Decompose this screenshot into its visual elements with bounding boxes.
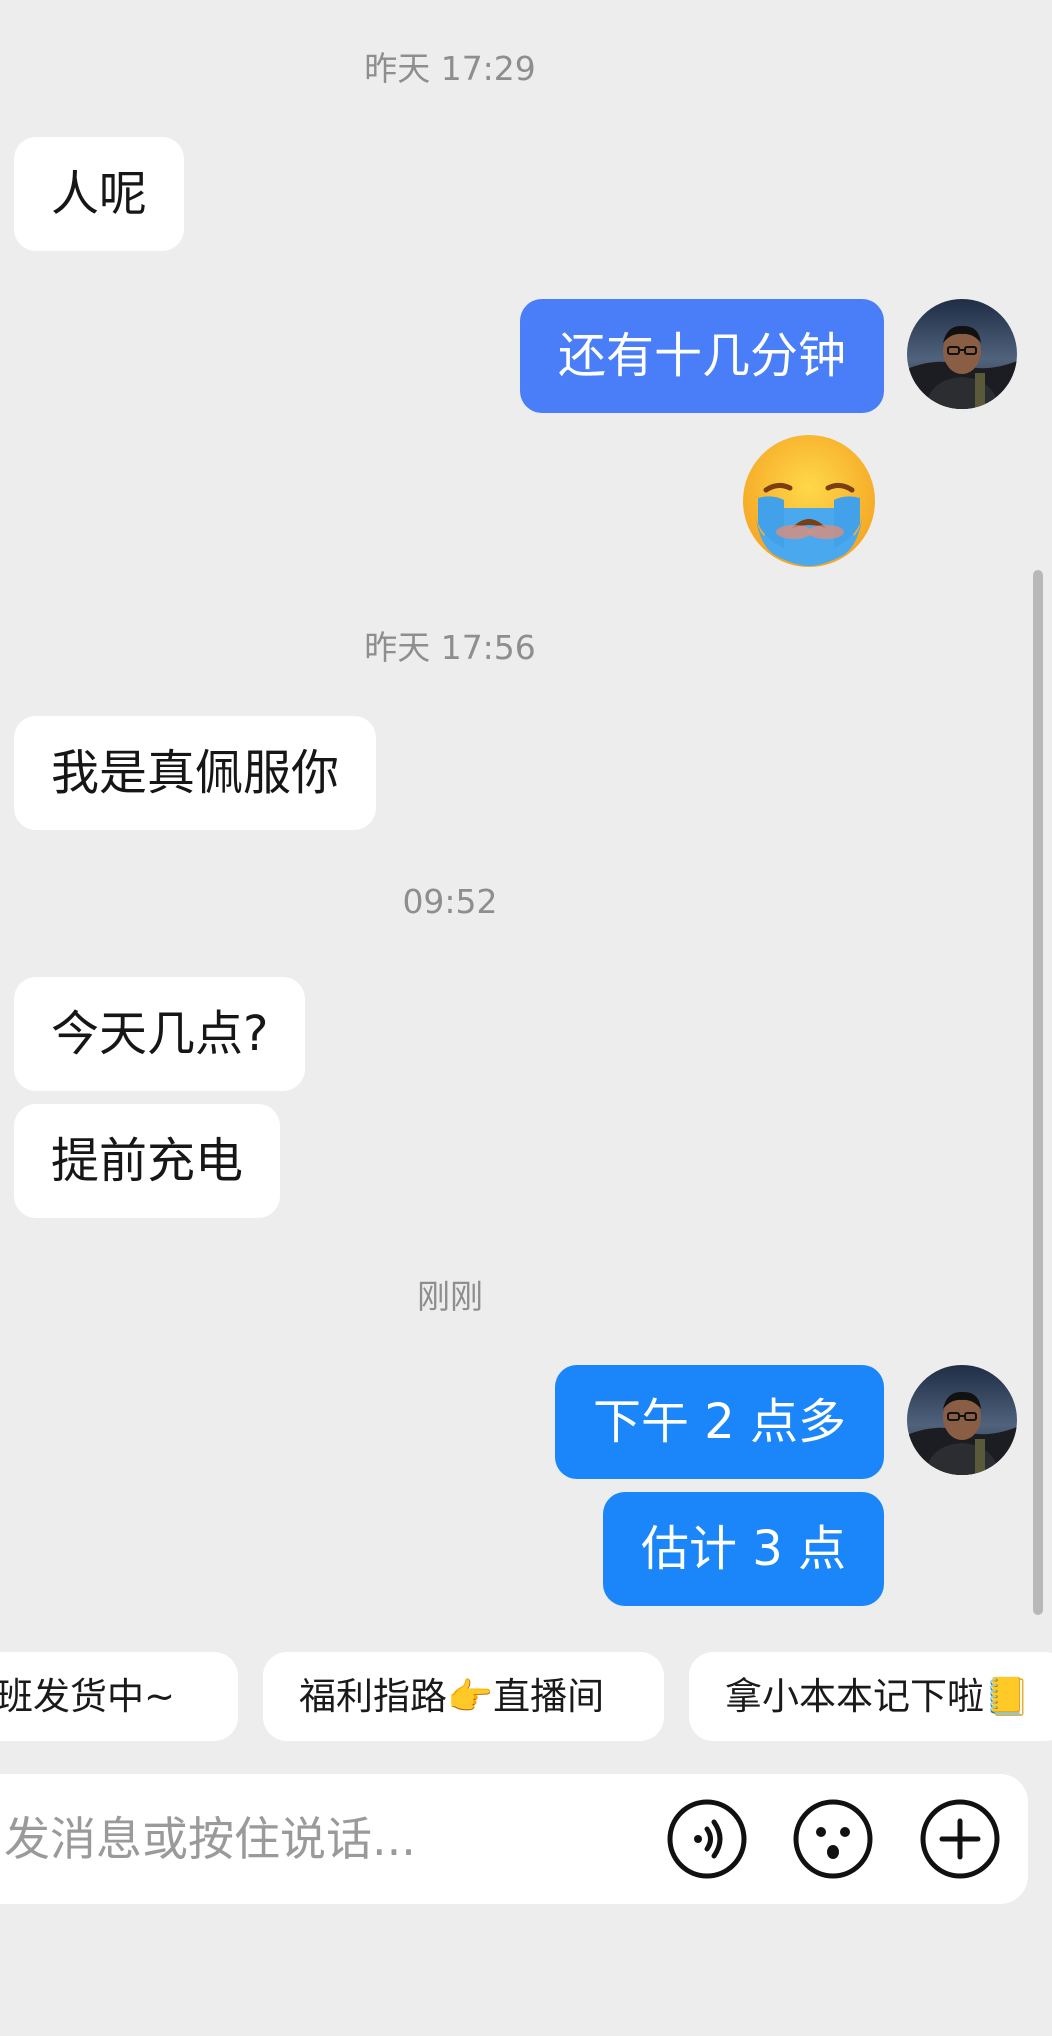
message-input-placeholder[interactable]: 发消息或按住说话... (4, 1774, 416, 1904)
user-avatar[interactable] (907, 299, 1017, 409)
crying-face-icon (743, 435, 875, 567)
crying-face-emoji[interactable] (736, 428, 882, 574)
chat-scrollbar[interactable] (1033, 570, 1043, 1615)
voice-button[interactable] (667, 1799, 747, 1879)
message-bubble-outgoing[interactable]: 估计 3 点 (602, 1492, 884, 1606)
message-bubble-outgoing[interactable]: 还有十几分钟 (519, 299, 884, 413)
message-input-bar[interactable]: 发消息或按住说话... (0, 1774, 1028, 1904)
user-avatar[interactable] (907, 1365, 1017, 1475)
timestamp: 09:52 (402, 882, 498, 921)
message-bubble-incoming[interactable]: 人呢 (14, 137, 185, 251)
timestamp: 刚刚 (417, 1277, 483, 1316)
chat-screen: 昨天 17:29 人呢 还有十几分钟 昨天 17:56 我是真佩服你 09:52… (0, 0, 1052, 2036)
avatar-photo (907, 1365, 1017, 1475)
more-button[interactable] (920, 1799, 1000, 1879)
message-bubble-outgoing[interactable]: 下午 2 点多 (554, 1365, 884, 1479)
voice-wave-icon (667, 1799, 747, 1879)
plus-circle-icon (920, 1799, 1000, 1879)
quick-reply-chip[interactable]: 拿小本本记下啦📒 (689, 1652, 1052, 1741)
quick-reply-chip[interactable]: 福利指路👉直播间 (263, 1652, 664, 1741)
quick-reply-chip[interactable]: 班发货中~ (0, 1652, 238, 1741)
message-bubble-incoming[interactable]: 今天几点? (14, 977, 306, 1091)
smiley-face-icon (793, 1799, 873, 1879)
timestamp: 昨天 17:29 (364, 49, 536, 88)
message-bubble-incoming[interactable]: 我是真佩服你 (14, 716, 377, 830)
avatar-photo (907, 299, 1017, 409)
emoji-button[interactable] (793, 1799, 873, 1879)
message-bubble-incoming[interactable]: 提前充电 (14, 1104, 281, 1218)
timestamp: 昨天 17:56 (364, 628, 536, 667)
